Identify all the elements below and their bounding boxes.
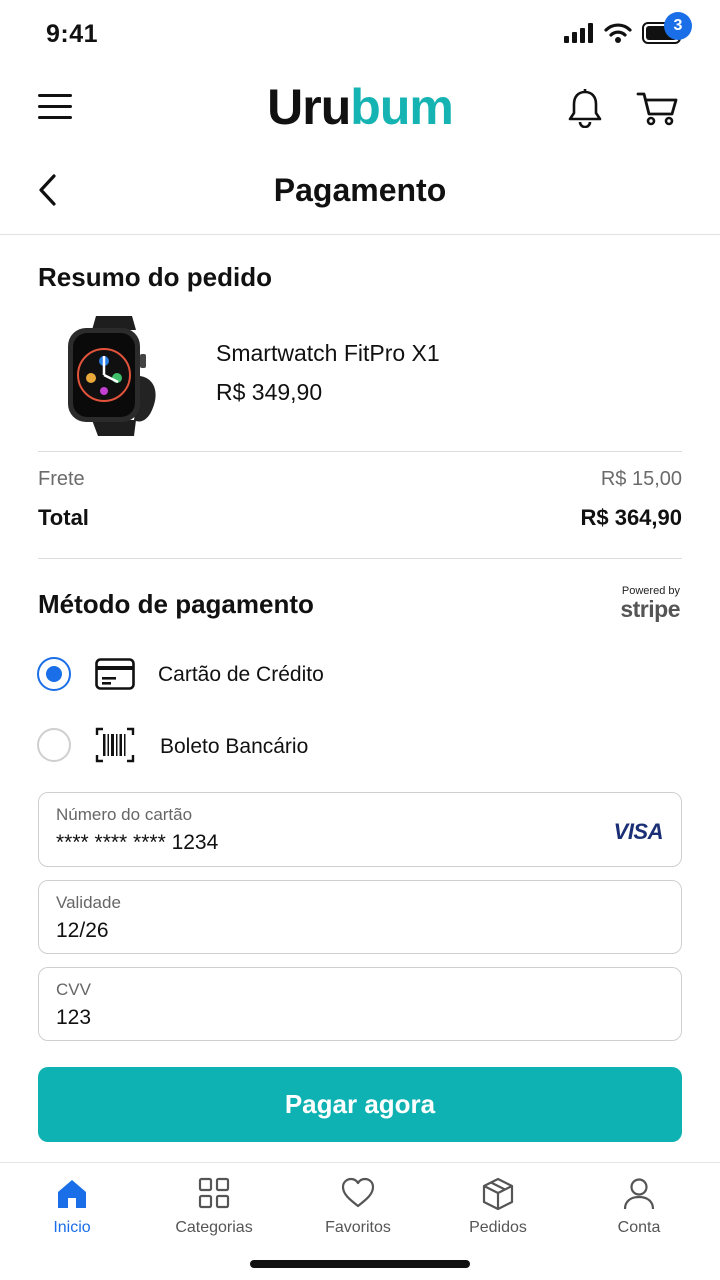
divider xyxy=(38,451,682,452)
credit-card-icon xyxy=(95,658,135,690)
visa-logo: VISA xyxy=(613,819,664,844)
cvv-label: CVV xyxy=(56,980,91,999)
expiry-label: Validade xyxy=(56,893,121,912)
nav-label: Categorias xyxy=(175,1219,253,1236)
shipping-value: R$ 15,00 xyxy=(600,468,682,490)
credit-card-label[interactable]: Cartão de Crédito xyxy=(158,663,324,687)
pay-now-button[interactable]: Pagar agora xyxy=(38,1067,682,1142)
cart-icon[interactable] xyxy=(636,88,680,128)
grid-icon xyxy=(198,1177,230,1209)
total-value: R$ 364,90 xyxy=(580,505,682,530)
divider xyxy=(38,558,682,559)
app-header: Urubum xyxy=(0,70,720,150)
nav-item-account[interactable]: Conta xyxy=(569,1163,709,1253)
nav-item-categories[interactable]: Categorias xyxy=(144,1163,284,1253)
page-header: Pagamento xyxy=(0,150,720,235)
stripe-logo: stripe xyxy=(620,596,680,622)
nav-label: Favoritos xyxy=(325,1219,391,1236)
cart-badge: 3 xyxy=(664,12,692,40)
home-indicator xyxy=(250,1260,470,1268)
product-name: Smartwatch FitPro X1 xyxy=(216,340,440,366)
product-price: R$ 349,90 xyxy=(216,379,323,405)
card-number-field[interactable]: Número do cartão VISA xyxy=(38,792,682,867)
cvv-input[interactable] xyxy=(56,1006,576,1030)
bell-icon[interactable] xyxy=(567,88,603,128)
expiry-input[interactable] xyxy=(56,919,576,943)
logo[interactable]: Urubum xyxy=(0,78,720,136)
nav-item-favorites[interactable]: Favoritos xyxy=(288,1163,428,1253)
page-title: Pagamento xyxy=(273,172,447,208)
total-label: Total xyxy=(38,505,89,530)
heart-icon xyxy=(341,1177,375,1208)
barcode-icon xyxy=(95,727,135,763)
nav-label: Conta xyxy=(617,1219,661,1236)
home-icon xyxy=(58,1180,86,1208)
nav-item-orders[interactable]: Pedidos xyxy=(428,1163,568,1253)
nav-label: Pedidos xyxy=(469,1219,527,1236)
logo-part1: Uru xyxy=(267,79,351,135)
expiry-field[interactable]: Validade xyxy=(38,880,682,954)
stripe-badge: Powered by stripe xyxy=(620,586,680,621)
signal-icon xyxy=(564,23,593,43)
boleto-label[interactable]: Boleto Bancário xyxy=(160,735,308,759)
radio-boleto[interactable] xyxy=(37,728,71,762)
cvv-field[interactable]: CVV xyxy=(38,967,682,1041)
package-icon xyxy=(482,1177,514,1211)
status-bar: 9:41 xyxy=(0,0,720,70)
user-icon xyxy=(623,1178,655,1210)
card-number-label: Número do cartão xyxy=(56,805,193,824)
order-summary-title: Resumo do pedido xyxy=(38,262,272,292)
radio-credit-card[interactable] xyxy=(37,657,71,691)
status-time: 9:41 xyxy=(46,20,99,48)
smartwatch-image xyxy=(68,316,156,436)
shipping-label: Frete xyxy=(38,468,85,490)
card-number-input[interactable] xyxy=(56,831,576,855)
payment-method-title: Método de pagamento xyxy=(38,589,314,619)
nav-item-home[interactable]: Inicio xyxy=(2,1163,142,1253)
logo-part2: bum xyxy=(350,79,454,135)
nav-label: Inicio xyxy=(53,1219,91,1236)
wifi-icon xyxy=(604,23,632,43)
